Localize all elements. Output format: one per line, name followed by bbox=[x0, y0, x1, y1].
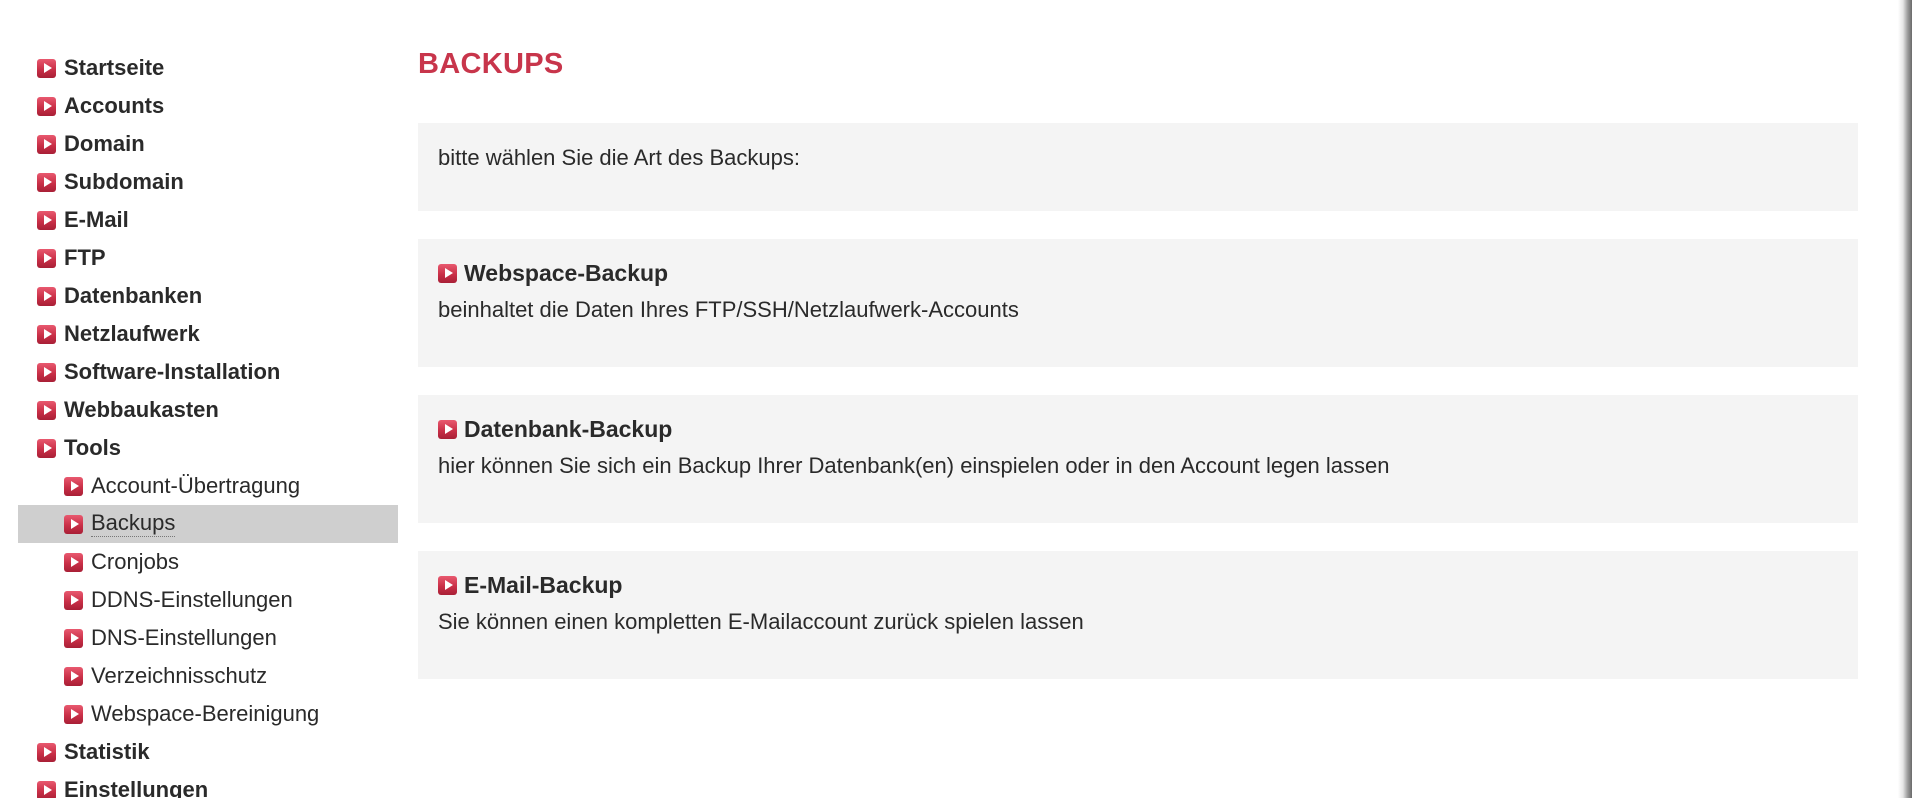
sidebar-item-label: Subdomain bbox=[64, 169, 184, 194]
sidebar-item-label: Netzlaufwerk bbox=[64, 321, 200, 346]
sidebar-item-software-installation[interactable]: Software-Installation bbox=[18, 353, 398, 391]
page-title: BACKUPS bbox=[418, 48, 564, 80]
webspace-backup-link[interactable]: Webspace-Backup bbox=[438, 258, 1858, 288]
sidebar-subitem-label: DDNS-Einstellungen bbox=[91, 587, 293, 612]
sidebar-subitem-label: DNS-Einstellungen bbox=[91, 625, 277, 650]
option-title-label: E-Mail-Backup bbox=[464, 571, 623, 598]
intro-text: bitte wählen Sie die Art des Backups: bbox=[438, 145, 800, 170]
arrow-right-icon bbox=[64, 514, 83, 534]
sidebar-item-label: Einstellungen bbox=[64, 777, 209, 798]
sidebar-item-email[interactable]: E-Mail bbox=[18, 201, 398, 239]
sidebar-item-accounts[interactable]: Accounts bbox=[18, 87, 398, 125]
arrow-right-icon bbox=[37, 248, 56, 268]
window-edge-shadow bbox=[1898, 0, 1912, 798]
arrow-right-icon bbox=[438, 263, 457, 283]
sidebar-item-label: Accounts bbox=[64, 93, 165, 118]
sidebar-subitem-label: Webspace-Bereinigung bbox=[91, 701, 320, 726]
email-backup-link[interactable]: E-Mail-Backup bbox=[438, 570, 1858, 600]
arrow-right-icon bbox=[37, 96, 56, 116]
arrow-right-icon bbox=[37, 400, 56, 420]
arrow-right-icon bbox=[37, 58, 56, 78]
sidebar-subitem-ddns-einstellungen[interactable]: DDNS-Einstellungen bbox=[18, 581, 398, 619]
arrow-right-icon bbox=[37, 438, 56, 458]
sidebar-item-label: FTP bbox=[64, 245, 106, 270]
page: Startseite Accounts Domain Subdomain E-M… bbox=[0, 0, 1912, 798]
arrow-right-icon bbox=[37, 210, 56, 230]
arrow-right-icon bbox=[37, 362, 56, 382]
sidebar-item-statistik[interactable]: Statistik bbox=[18, 733, 398, 771]
sidebar-item-domain[interactable]: Domain bbox=[18, 125, 398, 163]
sidebar-item-label: Domain bbox=[64, 131, 145, 156]
sidebar-item-label: Webbaukasten bbox=[64, 397, 219, 422]
sidebar-item-webbaukasten[interactable]: Webbaukasten bbox=[18, 391, 398, 429]
sidebar-subitem-verzeichnisschutz[interactable]: Verzeichnisschutz bbox=[18, 657, 398, 695]
option-title-label: Webspace-Backup bbox=[464, 259, 669, 286]
sidebar-nav: Startseite Accounts Domain Subdomain E-M… bbox=[18, 49, 398, 798]
arrow-right-icon bbox=[64, 666, 83, 686]
sidebar-item-label: Tools bbox=[64, 435, 122, 460]
option-webspace-backup: Webspace-Backup beinhaltet die Daten Ihr… bbox=[418, 239, 1858, 367]
arrow-right-icon bbox=[37, 780, 56, 798]
sidebar-item-ftp[interactable]: FTP bbox=[18, 239, 398, 277]
sidebar-subitem-label: Account-Übertragung bbox=[91, 473, 301, 498]
sidebar-item-einstellungen[interactable]: Einstellungen bbox=[18, 771, 398, 798]
intro-box: bitte wählen Sie die Art des Backups: bbox=[418, 123, 1858, 211]
sidebar-subitem-account-uebertragung[interactable]: Account-Übertragung bbox=[18, 467, 398, 505]
option-description: beinhaltet die Daten Ihres FTP/SSH/Netzl… bbox=[438, 297, 1019, 322]
sidebar-item-datenbanken[interactable]: Datenbanken bbox=[18, 277, 398, 315]
arrow-right-icon bbox=[64, 704, 83, 724]
sidebar-item-label: Startseite bbox=[64, 55, 165, 80]
arrow-right-icon bbox=[438, 419, 457, 439]
arrow-right-icon bbox=[37, 286, 56, 306]
option-description: hier können Sie sich ein Backup Ihrer Da… bbox=[438, 453, 1390, 478]
arrow-right-icon bbox=[37, 134, 56, 154]
sidebar-subitem-cronjobs[interactable]: Cronjobs bbox=[18, 543, 398, 581]
sidebar-subitem-label: Verzeichnisschutz bbox=[91, 663, 268, 688]
sidebar-subitem-backups[interactable]: Backups bbox=[18, 505, 398, 543]
arrow-right-icon bbox=[64, 552, 83, 572]
option-description: Sie können einen kompletten E-Mailaccoun… bbox=[438, 609, 1084, 634]
sidebar-item-label: Datenbanken bbox=[64, 283, 203, 308]
sidebar-item-netzlaufwerk[interactable]: Netzlaufwerk bbox=[18, 315, 398, 353]
arrow-right-icon bbox=[37, 324, 56, 344]
arrow-right-icon bbox=[64, 590, 83, 610]
sidebar-item-subdomain[interactable]: Subdomain bbox=[18, 163, 398, 201]
sidebar-item-label: Statistik bbox=[64, 739, 150, 764]
sidebar-item-tools[interactable]: Tools bbox=[18, 429, 398, 467]
sidebar-item-label: Software-Installation bbox=[64, 359, 281, 384]
sidebar-subitem-dns-einstellungen[interactable]: DNS-Einstellungen bbox=[18, 619, 398, 657]
sidebar-subitem-label: Backups bbox=[91, 510, 176, 537]
option-email-backup: E-Mail-Backup Sie können einen komplette… bbox=[418, 551, 1858, 679]
option-title-label: Datenbank-Backup bbox=[464, 415, 673, 442]
sidebar-subitem-webspace-bereinigung[interactable]: Webspace-Bereinigung bbox=[18, 695, 398, 733]
arrow-right-icon bbox=[64, 476, 83, 496]
sidebar-item-startseite[interactable]: Startseite bbox=[18, 49, 398, 87]
arrow-right-icon bbox=[64, 628, 83, 648]
sidebar-subitem-label: Cronjobs bbox=[91, 549, 180, 574]
option-datenbank-backup: Datenbank-Backup hier können Sie sich ei… bbox=[418, 395, 1858, 523]
arrow-right-icon bbox=[438, 575, 457, 595]
arrow-right-icon bbox=[37, 172, 56, 192]
arrow-right-icon bbox=[37, 742, 56, 762]
datenbank-backup-link[interactable]: Datenbank-Backup bbox=[438, 414, 1858, 444]
sidebar-item-label: E-Mail bbox=[64, 207, 129, 232]
